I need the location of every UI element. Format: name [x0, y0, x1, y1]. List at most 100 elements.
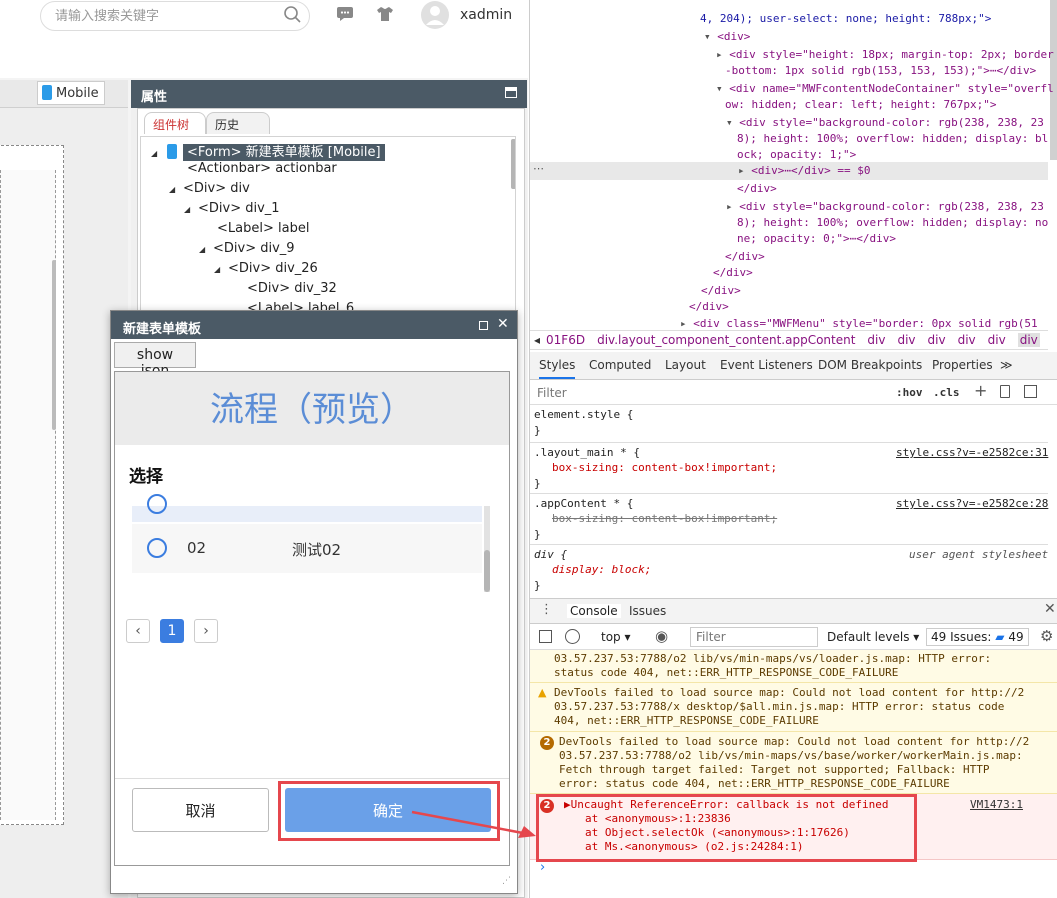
tab-styles[interactable]: Styles [539, 358, 576, 379]
list-item[interactable]: 02 测试02 [132, 524, 482, 573]
close-drawer-icon[interactable]: ✕ [1044, 601, 1056, 617]
tree-node[interactable]: ◢ <Form> 新建表单模板 [Mobile] [151, 141, 385, 161]
dom-line[interactable]: 8); height: 100%; overflow: hidden; disp… [737, 132, 1048, 145]
radio-button[interactable] [147, 494, 167, 514]
breadcrumb-item[interactable]: div [988, 333, 1006, 347]
tab-layout[interactable]: Layout [665, 358, 706, 372]
username[interactable]: xadmin [460, 7, 512, 23]
mobile-form-body[interactable] [0, 170, 56, 820]
sidebar-icon[interactable] [539, 630, 552, 643]
breadcrumb-item[interactable]: div [928, 333, 946, 347]
context-select[interactable]: top ▾ [601, 630, 631, 644]
tab-computed[interactable]: Computed [589, 358, 651, 372]
list-scrollbar-thumb[interactable] [484, 550, 490, 592]
breadcrumb-item[interactable]: div [958, 333, 976, 347]
dom-line[interactable]: ▸ <div style="background-color: rgb(238,… [726, 200, 1044, 213]
search-input[interactable] [53, 7, 273, 25]
breadcrumb-item[interactable]: 01F6D [546, 333, 585, 347]
tab-dom-breakpoints[interactable]: DOM Breakpoints [818, 358, 922, 372]
issues-counter[interactable]: 49 Issues: ▰ 49 [926, 628, 1029, 646]
settings-gear-icon[interactable]: ⚙ [1040, 627, 1053, 645]
maximize-icon[interactable] [505, 87, 517, 98]
expand-arrow-icon[interactable]: ◢ [169, 185, 183, 194]
breadcrumb-item[interactable]: div.layout_component_content.appContent [597, 333, 855, 347]
dom-line[interactable]: ock; opacity: 1;"> [737, 148, 856, 161]
expand-arrow-icon[interactable]: ▾ [704, 30, 717, 43]
maximize-icon[interactable] [479, 321, 488, 330]
tree-node[interactable]: ◢ <Div> div_9 [199, 241, 295, 261]
prev-page-button[interactable]: ‹ [126, 619, 150, 643]
cancel-button[interactable]: 取消 [132, 788, 269, 832]
console-warning[interactable]: 03.57.237.53:7788/o2 lib/vs/min-maps/vs/… [530, 650, 1057, 683]
dom-line[interactable]: </div> [689, 300, 729, 313]
tab-event-listeners[interactable]: Event Listeners [720, 358, 813, 372]
tab-history[interactable]: 历史 [206, 112, 270, 134]
chat-icon[interactable] [336, 6, 354, 26]
tree-node[interactable]: ◢ <Div> div [169, 181, 250, 201]
expand-arrow-icon[interactable]: ▾ [726, 116, 739, 129]
tab-issues[interactable]: Issues [629, 604, 666, 618]
more-icon[interactable]: ⋯ [533, 162, 544, 175]
next-page-button[interactable]: › [194, 619, 218, 643]
sidebar-toggle-icon[interactable] [1024, 385, 1037, 398]
style-rule[interactable]: .appContent * { style.css?v=-e2582ce:28 … [530, 494, 1048, 545]
paint-icon[interactable] [1000, 385, 1010, 398]
clear-console-icon[interactable] [565, 629, 580, 644]
dom-line[interactable]: 4, 204); user-select: none; height: 788p… [700, 12, 991, 25]
dom-line[interactable]: 8); height: 100%; overflow: hidden; disp… [737, 216, 1048, 229]
show-json-button[interactable]: show json [114, 342, 196, 379]
dom-line[interactable]: ▾ <div style="background-color: rgb(238,… [726, 116, 1044, 129]
eye-icon[interactable]: ◉ [655, 627, 668, 645]
radio-button[interactable] [147, 538, 167, 558]
expand-arrow-icon[interactable]: ▾ [716, 82, 729, 95]
add-rule-icon[interactable]: + [974, 381, 987, 400]
tree-node[interactable]: ◢ <Div> div_1 [184, 201, 280, 221]
tab-properties[interactable]: Properties [932, 358, 993, 372]
drawer-menu-icon[interactable]: ⋮ [540, 602, 553, 617]
list-item[interactable] [132, 494, 482, 522]
page-current[interactable]: 1 [160, 619, 184, 643]
mobile-view-tab[interactable]: Mobile [37, 81, 105, 105]
breadcrumb-scroll-left-icon[interactable]: ◂ [534, 333, 540, 347]
dom-line[interactable]: ow: hidden; clear: left; height: 767px;"… [725, 98, 997, 111]
console-warning[interactable]: 2 DevTools failed to load source map: Co… [530, 732, 1057, 794]
tree-scrollbar[interactable] [511, 139, 515, 189]
dom-line[interactable]: -bottom: 1px solid rgb(153, 153, 153);">… [725, 64, 1036, 77]
tab-console[interactable]: Console [567, 604, 621, 618]
dom-line[interactable]: </div> [713, 266, 753, 279]
expand-arrow-icon[interactable]: ◢ [184, 205, 198, 214]
more-tabs-icon[interactable]: ≫ [1000, 358, 1013, 372]
console-warning[interactable]: ▲ DevTools failed to load source map: Co… [530, 683, 1057, 732]
expand-arrow-icon[interactable]: ▸ [716, 48, 729, 61]
search-box[interactable] [40, 1, 310, 31]
expand-arrow-icon[interactable]: ▸ [738, 164, 751, 177]
expand-arrow-icon[interactable]: ▸ [680, 317, 693, 330]
style-rule[interactable]: .layout_main * { style.css?v=-e2582ce:31… [530, 443, 1048, 494]
style-rule[interactable]: div { user agent stylesheet display: blo… [530, 545, 1048, 597]
avatar[interactable] [420, 0, 450, 34]
console-prompt[interactable]: › [540, 860, 545, 875]
style-rule[interactable]: element.style { } [530, 405, 1048, 443]
close-icon[interactable]: ✕ [497, 316, 509, 332]
log-levels-dropdown[interactable]: Default levels ▾ [827, 630, 919, 644]
console-filter-input[interactable]: Filter [690, 627, 818, 647]
tab-component-tree[interactable]: 组件树 [144, 112, 206, 134]
tree-node[interactable]: ◢ <Div> div_26 [214, 261, 318, 281]
tree-node[interactable]: <Label> label [217, 221, 309, 241]
hov-button[interactable]: :hov [896, 386, 923, 399]
dom-line[interactable]: ▸ <div class="MWFMenu" style="border: 0p… [680, 317, 1038, 330]
cls-button[interactable]: .cls [933, 386, 960, 399]
dom-line[interactable]: </div> [725, 250, 765, 263]
dom-line[interactable]: ▾ <div name="MWFcontentNodeContainer" st… [716, 82, 1054, 95]
dom-line[interactable]: ▸ <div>⋯</div> == $0 [738, 164, 870, 177]
expand-arrow-icon[interactable]: ◢ [214, 265, 228, 274]
expand-arrow-icon[interactable]: ◢ [151, 149, 165, 158]
dom-line[interactable]: </div> [701, 284, 741, 297]
devtools-scrollbar[interactable] [1050, 0, 1057, 160]
dom-line[interactable]: </div> [737, 182, 777, 195]
canvas-scrollbar[interactable] [52, 260, 56, 430]
expand-arrow-icon[interactable]: ◢ [199, 245, 213, 254]
tree-node[interactable]: <Actionbar> actionbar [187, 161, 337, 181]
resize-grip-icon[interactable]: ⋰ [502, 876, 511, 886]
breadcrumb-item[interactable]: div [867, 333, 885, 347]
